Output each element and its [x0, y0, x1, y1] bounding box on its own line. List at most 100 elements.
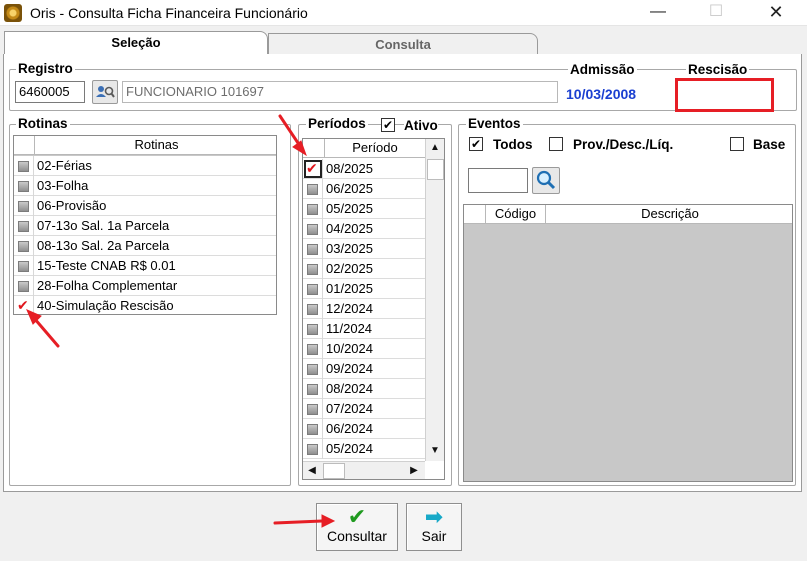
periodo-row-checkbox[interactable] — [303, 239, 323, 259]
rotina-row-checkbox[interactable]: ✔ — [14, 296, 34, 314]
rotina-row[interactable]: 06-Provisão — [14, 196, 276, 216]
prov-desc-liq-label: Prov./Desc./Líq. — [573, 137, 674, 152]
periodo-row[interactable]: 07/2024 — [303, 399, 425, 419]
arrow-to-consultar — [273, 519, 324, 525]
scroll-right-button[interactable]: ▶ — [405, 462, 423, 479]
eventos-indicator-header — [464, 205, 486, 224]
periodo-row-checkbox[interactable] — [303, 279, 323, 299]
periodo-row-checkbox[interactable] — [303, 359, 323, 379]
periodo-row-checkbox[interactable] — [303, 439, 323, 459]
eventos-search-input[interactable] — [468, 168, 528, 193]
periodo-row[interactable]: 06/2025 — [303, 179, 425, 199]
rotina-row-label: 28-Folha Complementar — [37, 278, 178, 293]
base-label: Base — [753, 137, 786, 152]
scroll-down-button[interactable]: ▼ — [426, 442, 444, 460]
periodo-row-checkbox[interactable] — [303, 259, 323, 279]
rotina-row[interactable]: 07-13o Sal. 1a Parcela — [14, 216, 276, 236]
rotina-row[interactable]: 08-13o Sal. 2a Parcela — [14, 236, 276, 256]
rotina-row[interactable]: 03-Folha — [14, 176, 276, 196]
periodo-row-label: 03/2025 — [326, 241, 373, 256]
periodo-row[interactable]: 08/2024 — [303, 379, 425, 399]
rotinas-list-header: Rotinas — [14, 136, 276, 155]
base-checkbox[interactable] — [730, 137, 744, 151]
rotina-row-checkbox[interactable] — [14, 276, 34, 296]
ativo-checkbox[interactable]: ✔ — [381, 118, 395, 132]
periodo-row-label: 12/2024 — [326, 301, 373, 316]
scroll-up-button[interactable]: ▲ — [426, 139, 444, 157]
rescisao-highlight-box — [675, 78, 774, 112]
rotina-row-checkbox[interactable] — [14, 256, 34, 276]
periodo-row[interactable]: 03/2025 — [303, 239, 425, 259]
rotina-row[interactable]: ✔ 40-Simulação Rescisão — [14, 296, 276, 314]
todos-checkbox[interactable]: ✔ — [469, 137, 483, 151]
tab-selecao[interactable]: Seleção — [4, 31, 268, 55]
green-check-icon: ✔ — [347, 504, 367, 529]
periodo-row-checkbox[interactable] — [303, 319, 323, 339]
periodo-row-label: 05/2025 — [326, 201, 373, 216]
periodos-vertical-scrollbar[interactable]: ▲ ▼ — [425, 139, 444, 461]
unchecked-box-icon — [18, 281, 29, 292]
unchecked-box-icon — [307, 184, 318, 195]
scroll-left-button[interactable]: ◀ — [303, 462, 321, 479]
registro-input[interactable]: 6460005 — [15, 81, 85, 103]
rotina-row[interactable]: 15-Teste CNAB R$ 0.01 — [14, 256, 276, 276]
periodo-row-checkbox[interactable] — [303, 379, 323, 399]
periodo-row-label: 10/2024 — [326, 341, 373, 356]
periodo-row-checkbox[interactable]: ✔ — [303, 159, 323, 179]
eventos-search-button[interactable] — [532, 167, 560, 194]
periodo-row[interactable]: 10/2024 — [303, 339, 425, 359]
periodo-row-checkbox[interactable] — [303, 419, 323, 439]
periodo-row[interactable]: 06/2024 — [303, 419, 425, 439]
tab-consulta[interactable]: Consulta — [268, 33, 538, 55]
rescisao-label: Rescisão — [686, 62, 750, 77]
unchecked-box-icon — [18, 221, 29, 232]
rotinas-list: Rotinas 02-Férias 03-Folha 06-Provisão 07-1… — [13, 135, 277, 315]
rotina-row-checkbox[interactable] — [14, 196, 34, 216]
people-search-icon — [96, 86, 115, 98]
app-icon — [4, 4, 22, 22]
rotina-row-checkbox[interactable] — [14, 176, 34, 196]
periodo-row-checkbox[interactable] — [303, 299, 323, 319]
employee-lookup-button[interactable] — [92, 80, 118, 104]
periodo-row-label: 09/2024 — [326, 361, 373, 376]
rotina-row[interactable]: 28-Folha Complementar — [14, 276, 276, 296]
consultar-label: Consultar — [327, 528, 387, 544]
periodo-row[interactable]: 01/2025 — [303, 279, 425, 299]
unchecked-box-icon — [307, 284, 318, 295]
periodo-row-checkbox[interactable] — [303, 399, 323, 419]
consultar-button[interactable]: ✔ Consultar — [316, 503, 398, 551]
periodo-row[interactable]: 09/2024 — [303, 359, 425, 379]
eventos-grid: Código Descrição — [463, 204, 793, 482]
horizontal-scroll-thumb[interactable] — [323, 463, 345, 479]
periodo-row[interactable]: 02/2025 — [303, 259, 425, 279]
periodo-row[interactable]: 04/2025 — [303, 219, 425, 239]
periodo-row[interactable]: 05/2025 — [303, 199, 425, 219]
minimize-button[interactable]: — — [638, 2, 678, 24]
vertical-scroll-thumb[interactable] — [427, 159, 444, 180]
prov-desc-liq-checkbox[interactable] — [549, 137, 563, 151]
periodos-horizontal-scrollbar[interactable]: ◀ ▶ — [303, 461, 425, 479]
registro-legend: Registro — [16, 61, 75, 76]
periodo-row-checkbox[interactable] — [303, 219, 323, 239]
rotina-row-checkbox[interactable] — [14, 156, 34, 176]
unchecked-box-icon — [307, 384, 318, 395]
periodo-row-checkbox[interactable] — [303, 339, 323, 359]
periodos-checkbox-header — [303, 139, 325, 158]
periodo-row-label: 08/2025 — [326, 161, 373, 176]
sair-button[interactable]: ➡ Sair — [406, 503, 462, 551]
periodo-row[interactable]: 12/2024 — [303, 299, 425, 319]
periodo-row[interactable]: 11/2024 — [303, 319, 425, 339]
rotina-row[interactable]: 02-Férias — [14, 156, 276, 176]
rotina-row-checkbox[interactable] — [14, 236, 34, 256]
exit-arrow-icon: ➡ — [424, 504, 444, 529]
periodo-row[interactable]: 05/2024 — [303, 439, 425, 459]
close-button[interactable]: ✕ — [756, 2, 796, 24]
periodo-row-checkbox[interactable] — [303, 199, 323, 219]
unchecked-box-icon — [18, 261, 29, 272]
unchecked-box-icon — [307, 364, 318, 375]
magnifier-icon — [536, 170, 556, 190]
title-bar: Oris - Consulta Ficha Financeira Funcion… — [0, 0, 807, 26]
periodo-row-checkbox[interactable] — [303, 179, 323, 199]
periodo-row[interactable]: ✔ 08/2025 — [303, 159, 425, 179]
rotina-row-checkbox[interactable] — [14, 216, 34, 236]
